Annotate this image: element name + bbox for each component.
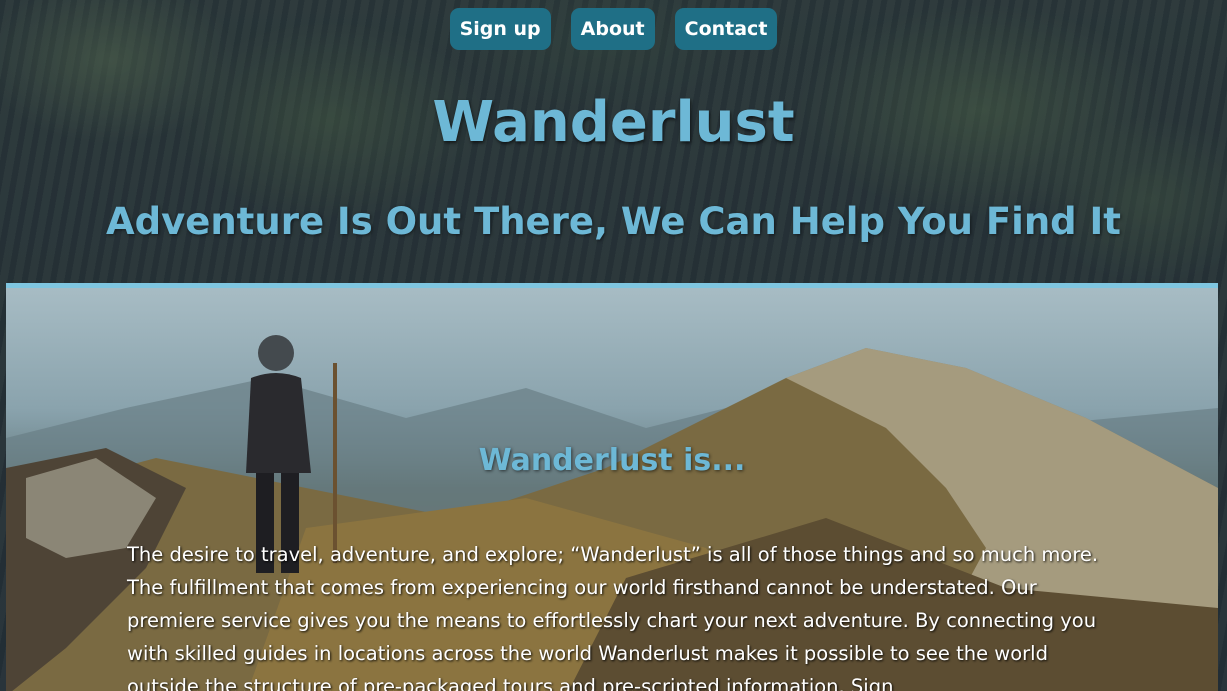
nav-signup-button[interactable]: Sign up	[449, 8, 551, 50]
about-section: Wanderlust is... The desire to travel, a…	[6, 283, 1218, 691]
site-title: Wanderlust	[432, 90, 795, 155]
top-nav: Sign up About Contact	[0, 8, 1227, 50]
nav-about-button[interactable]: About	[570, 8, 655, 50]
about-body-text: The desire to travel, adventure, and exp…	[127, 543, 1099, 691]
site-tagline: Adventure Is Out There, We Can Help You …	[106, 200, 1121, 243]
nav-contact-button[interactable]: Contact	[674, 8, 778, 50]
about-heading: Wanderlust is...	[478, 443, 746, 478]
